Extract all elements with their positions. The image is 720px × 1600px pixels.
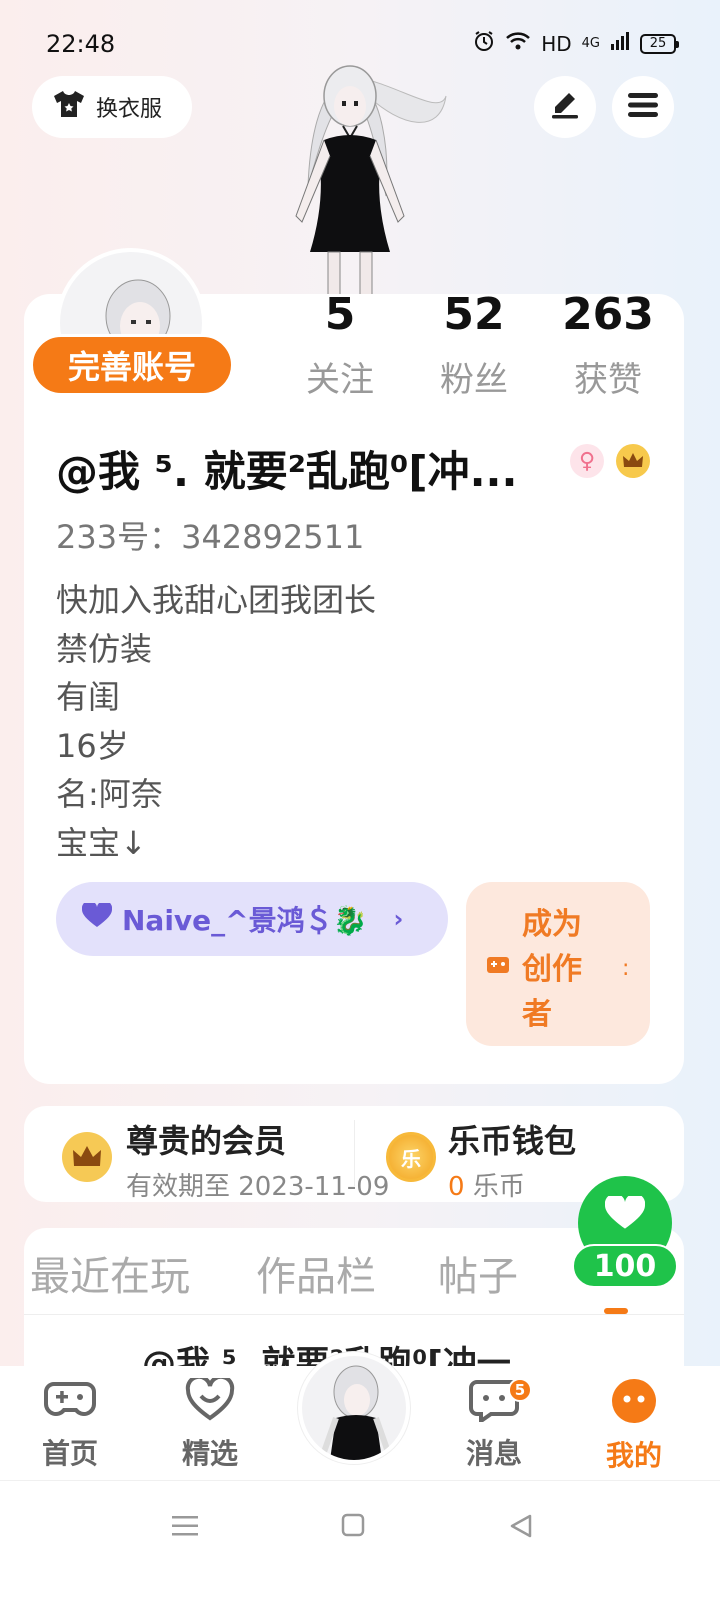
smile-icon <box>611 1378 657 1428</box>
menu-button[interactable] <box>612 76 674 138</box>
followers-count: 52 <box>443 289 505 340</box>
tab-posts[interactable]: 帖子 <box>438 1244 518 1302</box>
bio-line: 名:阿奈 <box>56 775 163 813</box>
bio-line: 快加入我甜心团我团长 <box>56 581 377 619</box>
stat-likes[interactable]: 263 获赞 <box>548 292 668 401</box>
home-icon[interactable] <box>341 1513 365 1541</box>
complete-account-button[interactable]: 完善账号 <box>30 334 234 396</box>
chevron-right-icon: › <box>393 905 404 933</box>
tab-recently-played[interactable]: 最近在玩 <box>30 1244 190 1302</box>
hamburger-menu-icon <box>628 92 658 122</box>
system-navigation-bar <box>0 1480 720 1600</box>
chevron-right-icon: : <box>622 956 630 981</box>
vip-crown-icon <box>62 1132 112 1182</box>
bio-line: 宝宝↓ <box>56 823 147 862</box>
vip-section[interactable]: 尊贵的会员 有效期至 2023-11-09 <box>126 1116 389 1203</box>
heart-icon <box>604 1193 646 1236</box>
pen-icon <box>549 90 581 124</box>
gamepad-small-icon <box>486 954 510 980</box>
wallet-amount: 0 <box>448 1172 465 1202</box>
messages-badge: 5 <box>508 1378 532 1402</box>
alarm-icon <box>473 30 495 57</box>
vip-title: 尊贵的会员 <box>126 1122 287 1160</box>
likes-count: 263 <box>562 289 654 340</box>
heart-outline-icon <box>185 1374 235 1426</box>
fan-group-chip[interactable]: Naive_^景鸿＄🐉 › <box>56 882 448 956</box>
edit-button[interactable] <box>534 76 596 138</box>
signal-icon <box>610 31 630 56</box>
shirt-icon <box>52 89 86 125</box>
nav-messages-label: 消息 <box>465 1437 522 1470</box>
bio-line: 16岁 <box>56 726 129 765</box>
status-icons: HD 4G 25 <box>473 30 679 57</box>
stat-followers[interactable]: 52 粉丝 <box>414 292 534 401</box>
recent-apps-icon[interactable] <box>172 1515 198 1541</box>
following-count: 5 <box>324 289 356 340</box>
likes-label: 获赞 <box>574 360 642 400</box>
nav-me-label: 我的 <box>605 1439 662 1472</box>
tab-divider <box>24 1314 684 1315</box>
fan-group-label: Naive_^景鸿＄🐉 <box>122 904 368 937</box>
nav-me[interactable]: 我的 <box>584 1378 684 1474</box>
bio: 快加入我甜心团我团长 禁仿装 有闺 16岁 名:阿奈 宝宝↓ <box>56 576 376 867</box>
like-count: 100 <box>572 1244 678 1288</box>
nav-featured-label: 精选 <box>181 1437 238 1470</box>
divider <box>354 1120 355 1186</box>
status-time: 22:48 <box>46 30 116 58</box>
center-avatar-button[interactable] <box>298 1352 410 1464</box>
become-creator-button[interactable]: 成为创作者 : <box>466 882 650 1046</box>
change-outfit-label: 换衣服 <box>96 97 163 122</box>
bio-line: 禁仿装 <box>56 629 153 668</box>
nav-home[interactable]: 首页 <box>20 1378 120 1472</box>
wifi-icon <box>505 31 531 56</box>
vip-expiry: 有效期至 2023-11-09 <box>126 1172 390 1202</box>
nav-featured[interactable]: 精选 <box>160 1374 260 1472</box>
bio-line: 有闺 <box>56 678 121 716</box>
network-label: HD <box>541 31 572 56</box>
followers-label: 粉丝 <box>440 360 508 400</box>
user-id: 233号：342892511 <box>56 518 365 556</box>
stat-following[interactable]: 5 关注 <box>280 292 400 401</box>
crown-icon[interactable] <box>616 444 650 478</box>
following-label: 关注 <box>306 360 374 400</box>
battery-icon: 25 <box>640 33 679 54</box>
character-model-image[interactable] <box>250 56 450 297</box>
female-gender-icon: ♀ <box>570 444 604 478</box>
username: @我 ⁵. 就要²乱跑⁰[冲... <box>56 447 518 496</box>
wallet-section[interactable]: 乐币钱包 0 乐币 <box>448 1116 576 1203</box>
gamepad-icon <box>44 1378 96 1426</box>
wallet-unit: 乐币 <box>472 1172 525 1202</box>
nav-home-label: 首页 <box>41 1437 98 1470</box>
signal-label: 4G <box>581 36 600 51</box>
coin-icon: 乐 <box>386 1132 436 1182</box>
change-outfit-button[interactable]: 换衣服 <box>32 76 192 138</box>
tab-works[interactable]: 作品栏 <box>256 1244 376 1302</box>
membership-card: 尊贵的会员 有效期至 2023-11-09 乐 乐币钱包 0 乐币 <box>24 1106 684 1202</box>
become-creator-label: 成为创作者 <box>522 907 582 1032</box>
back-icon[interactable] <box>508 1513 534 1543</box>
heart-icon <box>81 900 113 936</box>
wallet-title: 乐币钱包 <box>448 1122 577 1160</box>
